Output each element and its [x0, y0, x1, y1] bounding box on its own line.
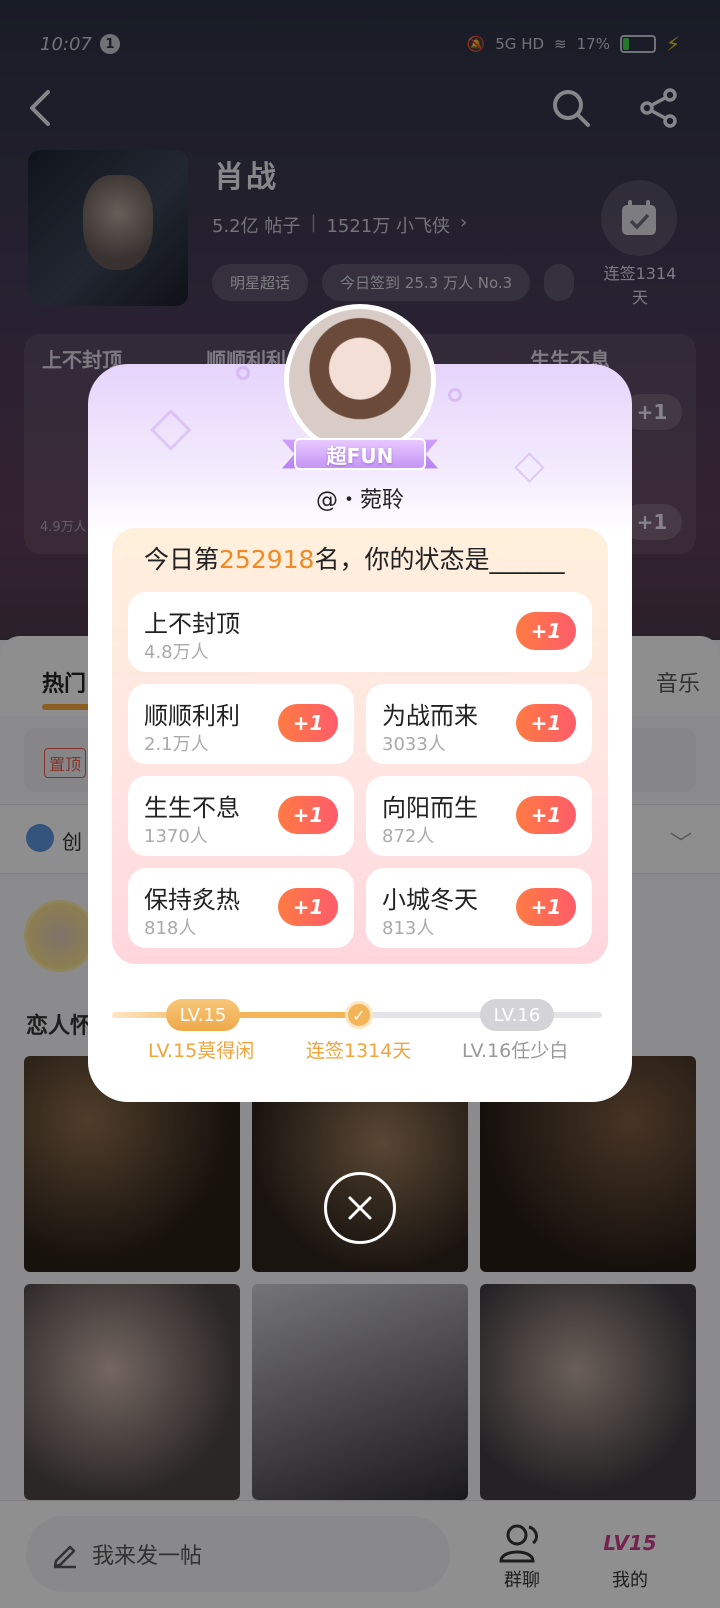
- badge-label: 超FUN: [326, 443, 394, 468]
- option-title: 向阳而生: [382, 794, 478, 822]
- option-title: 顺顺利利: [144, 702, 240, 730]
- circle-decoration: [236, 366, 250, 380]
- option-count: 4.8万人: [144, 642, 209, 663]
- current-level-pill: LV.15: [166, 999, 240, 1031]
- option-title: 为战而来: [382, 702, 478, 730]
- next-level-pill: LV.16: [480, 999, 554, 1031]
- option-count: 3033人: [382, 734, 446, 755]
- checkmark-icon: ✓: [345, 1001, 373, 1029]
- plus-one-button[interactable]: +1: [516, 612, 576, 650]
- streak-label: 连签1314天: [306, 1040, 412, 1062]
- user-avatar: [284, 304, 436, 456]
- option-count: 872人: [382, 826, 435, 847]
- question-prefix: 今日第: [144, 545, 220, 574]
- plus-one-button[interactable]: +1: [278, 888, 338, 926]
- option-title: 生生不息: [144, 794, 240, 822]
- option-title: 保持炙热: [144, 886, 240, 914]
- option-count: 1370人: [144, 826, 208, 847]
- plus-one-button[interactable]: +1: [278, 704, 338, 742]
- option-title: 小城冬天: [382, 886, 478, 914]
- username: @・菀聆: [315, 488, 404, 513]
- question-suffix: 名，你的状态是______: [314, 545, 565, 574]
- option-count: 818人: [144, 918, 197, 939]
- status-option[interactable]: 为战而来 3033人 +1: [366, 684, 592, 764]
- status-option[interactable]: 顺顺利利 2.1万人 +1: [128, 684, 354, 764]
- status-option[interactable]: 小城冬天 813人 +1: [366, 868, 592, 948]
- close-icon: [348, 1196, 372, 1220]
- next-level-label: LV.16任少白: [462, 1040, 569, 1062]
- option-count: 813人: [382, 918, 435, 939]
- checkin-rank: 252918: [219, 545, 315, 574]
- plus-one-button[interactable]: +1: [516, 796, 576, 834]
- status-question: 今日第252918名，你的状态是______: [144, 540, 584, 576]
- diamond-decoration-icon: ◇: [150, 394, 192, 457]
- option-count: 2.1万人: [144, 734, 209, 755]
- current-level-label: LV.15莫得闲: [148, 1040, 255, 1062]
- close-modal-button[interactable]: [324, 1172, 396, 1244]
- option-title: 上不封顶: [144, 610, 240, 638]
- status-option[interactable]: 保持炙热 818人 +1: [128, 868, 354, 948]
- status-option[interactable]: 生生不息 1370人 +1: [128, 776, 354, 856]
- circle-decoration: [448, 388, 462, 402]
- diamond-decoration-icon: ◇: [514, 442, 545, 488]
- super-fun-badge: 超FUN: [282, 436, 438, 472]
- avatar-image: [289, 309, 431, 451]
- plus-one-button[interactable]: +1: [516, 888, 576, 926]
- plus-one-button[interactable]: +1: [516, 704, 576, 742]
- status-option[interactable]: 向阳而生 872人 +1: [366, 776, 592, 856]
- plus-one-button[interactable]: +1: [278, 796, 338, 834]
- status-option[interactable]: 上不封顶 4.8万人 +1: [128, 592, 592, 672]
